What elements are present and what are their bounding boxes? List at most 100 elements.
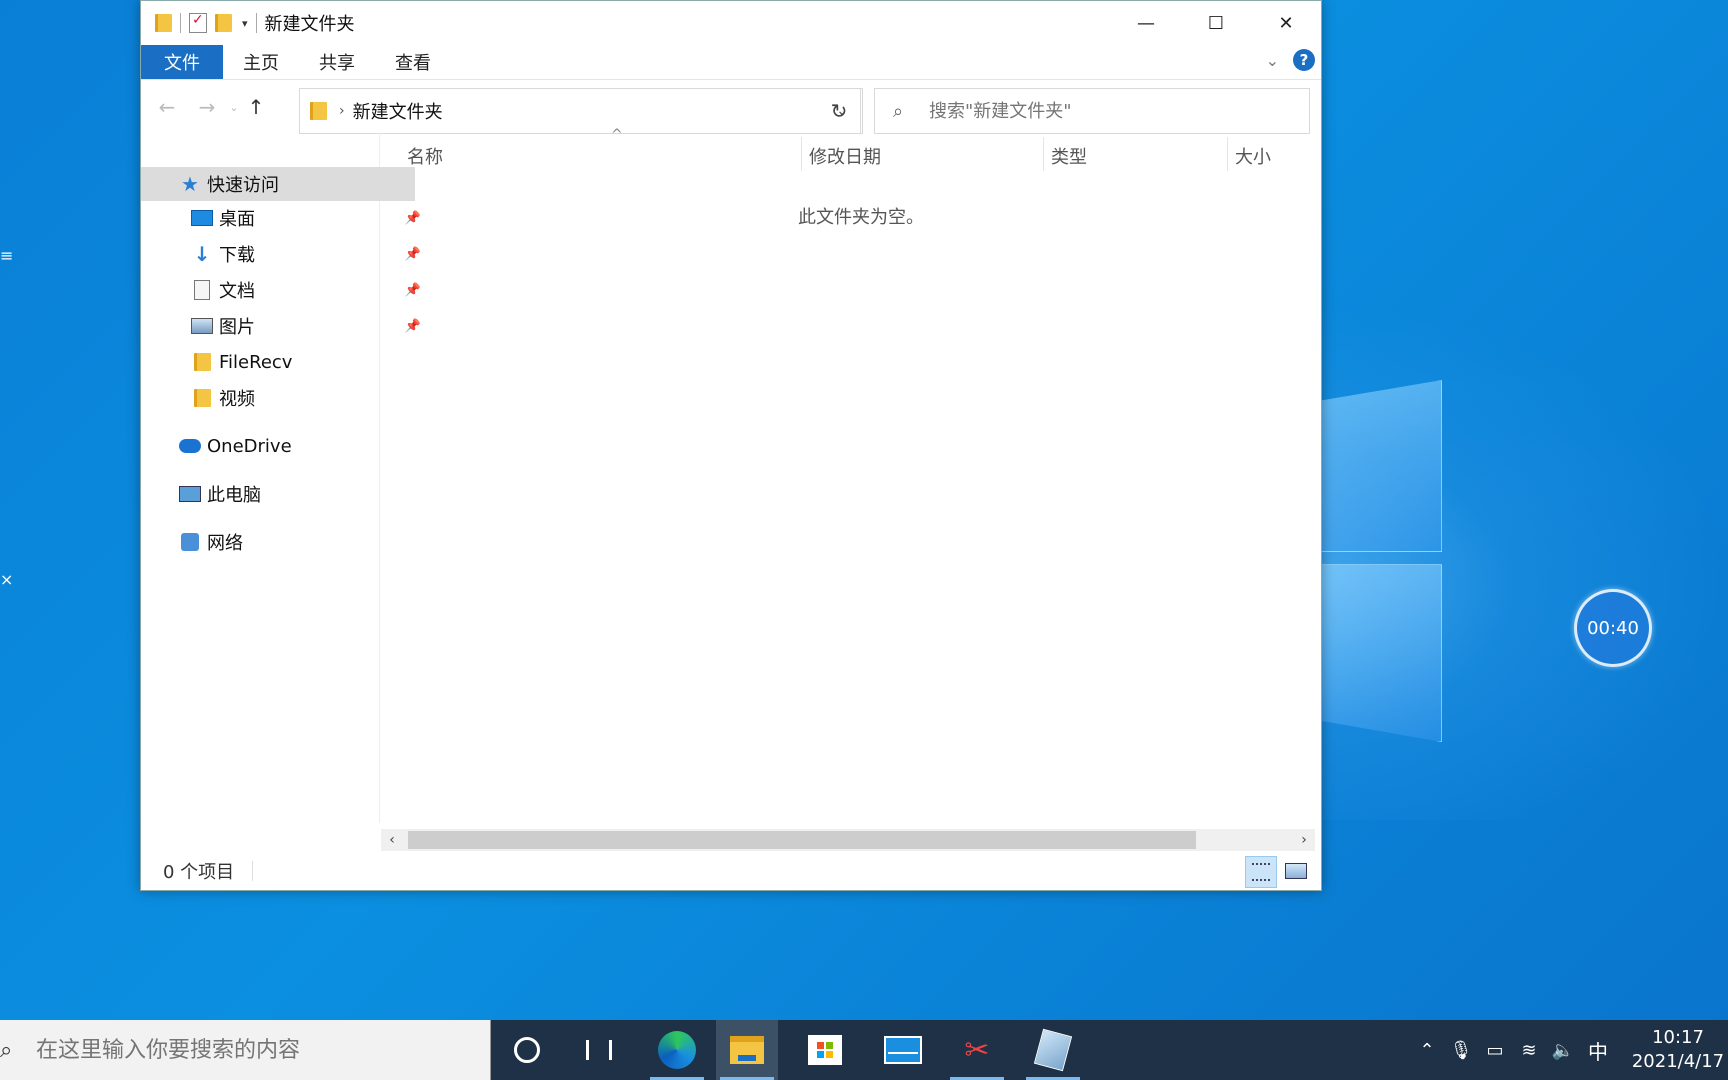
sidebar-item-network[interactable]: 网络 [141, 525, 415, 559]
column-divider[interactable] [801, 137, 802, 171]
sidebar-item-label: 快速访问 [207, 175, 279, 196]
sidebar-item-quick-access[interactable]: ★ 快速访问 [141, 167, 415, 201]
file-explorer-icon [730, 1036, 764, 1064]
clock[interactable]: 10:17 2021/4/17 [1628, 1026, 1728, 1074]
cloud-icon [179, 439, 201, 453]
scroll-right-icon[interactable]: › [1293, 829, 1315, 851]
sidebar-item-this-pc[interactable]: 此电脑 [141, 477, 415, 511]
star-icon: ★ [181, 172, 199, 196]
navigation-pane: ★ 快速访问 桌面 📌 ↓ 下载 📌 文档 📌 图片 📌 FileRecv 视频… [141, 133, 421, 823]
taskbar-store[interactable] [794, 1020, 856, 1080]
refresh-button[interactable]: ↻ [816, 88, 863, 134]
folder-icon [193, 353, 211, 371]
sidebar-item-label: OneDrive [207, 435, 292, 457]
status-bar: 0 个项目 [141, 853, 1321, 889]
sidebar-item-label: 图片 [219, 317, 255, 338]
details-view-button[interactable] [1245, 856, 1277, 888]
wifi-icon[interactable]: ≋ [1512, 1040, 1546, 1061]
divider [252, 861, 254, 881]
desktop-icon [191, 210, 213, 226]
taskbar-search-box[interactable]: ⌕ [0, 1020, 491, 1080]
sidebar-item-label: 视频 [219, 389, 255, 410]
document-icon [194, 280, 210, 300]
taskbar-file-explorer[interactable] [716, 1020, 778, 1080]
recording-timer[interactable]: 00:40 [1574, 589, 1652, 667]
microphone-icon[interactable]: 🎙 [1444, 1040, 1478, 1061]
horizontal-scrollbar[interactable]: ‹ › [381, 829, 1315, 851]
up-button[interactable]: ↑ [241, 95, 271, 119]
taskbar-mail[interactable] [872, 1020, 934, 1080]
chevron-right-icon[interactable]: › [339, 103, 345, 119]
navigation-bar: ← → ⌄ ↑ › 新建文件夹 ⌄ ↻ ⌕ [141, 80, 1321, 134]
details-view-icon [1252, 863, 1270, 881]
sidebar-item-onedrive[interactable]: OneDrive [141, 429, 415, 463]
expand-ribbon-icon[interactable]: ⌄ [1266, 51, 1279, 70]
tab-share[interactable]: 共享 [299, 45, 375, 79]
customize-toolbar-icon[interactable]: ▾ [242, 17, 248, 30]
column-divider[interactable] [1227, 137, 1228, 171]
sidebar-item-label: FileRecv [219, 351, 293, 373]
search-box[interactable]: ⌕ [874, 88, 1310, 134]
cortana-button[interactable] [496, 1020, 558, 1080]
taskbar: ⌕ ✂ ⌃ 🎙 ▭ ≋ 🔈 中 10:17 2021/4/17 [0, 1020, 1728, 1080]
large-icons-view-icon [1285, 863, 1307, 879]
sidebar-item-label: 此电脑 [207, 485, 261, 506]
sort-ascending-icon: ^ [611, 127, 623, 143]
tab-file[interactable]: 文件 [141, 45, 223, 79]
file-explorer-window: ▾ 新建文件夹 — ☐ ✕ 文件 主页 共享 查看 ⌄ ? ← → ⌄ ↑ › … [140, 0, 1322, 891]
item-count: 0 个项目 [163, 862, 235, 883]
window-title: 新建文件夹 [264, 14, 355, 35]
sidebar-item-label: 文档 [219, 281, 255, 302]
folder-icon [193, 389, 211, 407]
minimize-button[interactable]: — [1111, 1, 1181, 45]
close-button[interactable]: ✕ [1251, 1, 1321, 45]
input-method-indicator[interactable]: 中 [1580, 1036, 1616, 1065]
task-view-button[interactable] [568, 1020, 630, 1080]
column-size[interactable]: 大小 [1235, 143, 1271, 169]
title-bar[interactable]: ▾ 新建文件夹 — ☐ ✕ [141, 1, 1321, 45]
recent-locations-icon[interactable]: ⌄ [227, 101, 241, 114]
ribbon-tabs: 文件 主页 共享 查看 ⌄ ? [141, 45, 1321, 80]
column-type[interactable]: 类型 [1051, 143, 1087, 169]
scrollbar-thumb[interactable] [408, 831, 1196, 849]
large-icons-view-button[interactable] [1281, 856, 1311, 886]
column-date-modified[interactable]: 修改日期 [809, 143, 881, 169]
battery-icon[interactable]: ▭ [1478, 1040, 1512, 1061]
divider [180, 13, 181, 33]
taskbar-search-input[interactable] [34, 1036, 478, 1064]
tab-view[interactable]: 查看 [375, 45, 451, 79]
column-name[interactable]: 名称 [407, 143, 443, 169]
quick-access-toolbar: ▾ [141, 12, 257, 33]
system-tray: ⌃ 🎙 ▭ ≋ 🔈 中 10:17 2021/4/17 [1410, 1020, 1728, 1080]
sidebar-item-label: 下载 [219, 245, 255, 266]
column-divider[interactable] [1043, 137, 1044, 171]
address-bar[interactable]: › 新建文件夹 ⌄ [299, 88, 861, 134]
properties-icon[interactable] [189, 12, 207, 33]
taskbar-edge[interactable] [646, 1020, 708, 1080]
computer-icon [179, 486, 201, 502]
empty-folder-message: 此文件夹为空。 [798, 207, 924, 228]
picture-icon [191, 318, 213, 334]
clock-date: 2021/4/17 [1631, 1051, 1725, 1072]
desktop-icon-fragment[interactable]: × [0, 570, 13, 589]
search-input[interactable] [927, 99, 1291, 123]
taskbar-notes-app[interactable] [1022, 1020, 1084, 1080]
file-list[interactable]: ^ 名称 修改日期 类型 大小 此文件夹为空。 [381, 127, 1321, 823]
taskbar-snipping-tool[interactable]: ✂ [946, 1020, 1008, 1080]
new-folder-icon[interactable] [215, 14, 232, 32]
desktop-icon-fragment[interactable]: ≡ [0, 246, 13, 265]
maximize-button[interactable]: ☐ [1181, 1, 1251, 45]
sidebar-item-label: 桌面 [219, 209, 255, 230]
chevron-up-icon[interactable]: ⌃ [1410, 1040, 1444, 1061]
search-icon: ⌕ [893, 100, 904, 122]
back-button[interactable]: ← [147, 95, 187, 119]
volume-icon[interactable]: 🔈 [1546, 1040, 1580, 1061]
tab-home[interactable]: 主页 [223, 45, 299, 79]
help-icon[interactable]: ? [1293, 49, 1315, 71]
edge-icon [658, 1031, 696, 1069]
scroll-left-icon[interactable]: ‹ [381, 829, 403, 851]
cortana-icon [514, 1037, 540, 1063]
forward-button[interactable]: → [187, 95, 227, 119]
breadcrumb-current[interactable]: 新建文件夹 [353, 98, 443, 124]
folder-icon [155, 14, 172, 32]
